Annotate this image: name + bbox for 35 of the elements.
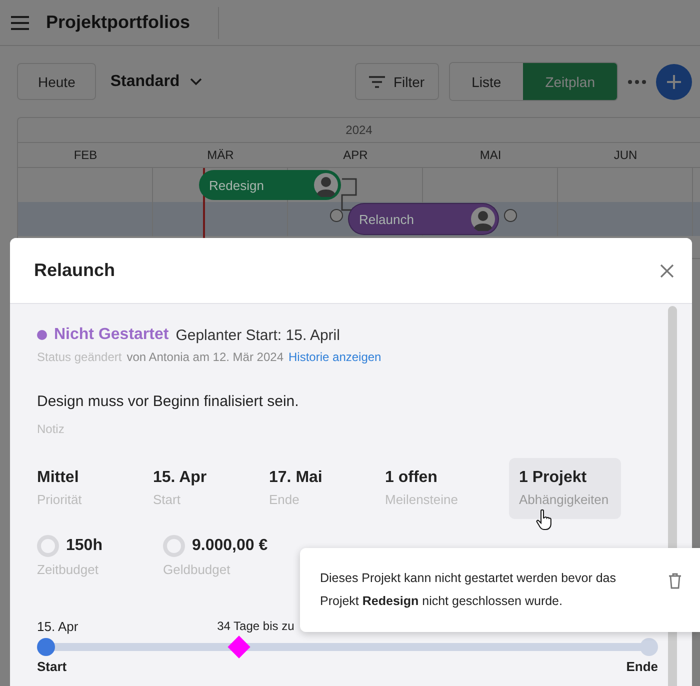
month-label: FEB (72, 147, 98, 164)
project-bar[interactable]: Relaunch (349, 204, 498, 234)
today-button[interactable]: Heute (17, 63, 96, 100)
month-label: MÄR (206, 147, 235, 164)
filter-button[interactable]: Filter (355, 63, 439, 100)
view-select[interactable]: Standard (104, 72, 208, 92)
note-text: Design muss vor Beginn finalisiert sein. (37, 393, 300, 410)
view-tab[interactable]: Zeitplan (523, 63, 617, 100)
month-label: JUN (612, 147, 638, 164)
status-changed-by: von Antonia am 12. Mär 2024 (126, 350, 284, 364)
start-label: Start (37, 659, 67, 674)
end-label: Ende (626, 659, 658, 674)
month-label: MAI (478, 147, 502, 164)
duration-caption: 34 Tage bis zu (217, 619, 294, 633)
fact-item: 1 offen Meilensteine (384, 468, 459, 509)
budget-label: Zeitbudget (37, 562, 100, 577)
fact-item: 15. Apr Start (152, 468, 208, 509)
page-title: Projektportfolios (46, 12, 190, 33)
budget-value: 150h (66, 537, 102, 555)
budget-value: 9.000,00 € (192, 537, 268, 555)
planned-start: Geplanter Start: 15. April (176, 326, 340, 344)
note-label: Notiz (37, 422, 66, 436)
year-label: 2024 (18, 118, 700, 143)
fact-card[interactable]: 1 Projekt Abhängigkeiten (509, 458, 621, 519)
tooltip-text: Dieses Projekt kann nicht gestartet werden bevor das Projekt Redesign nicht geschlossen wurde. (320, 570, 617, 610)
budget-label: Geldbudget (163, 562, 232, 577)
month-label: APR (342, 147, 369, 164)
fact-item: 17. Mai Ende (268, 468, 324, 509)
status-label: Nicht Gestartet (54, 326, 169, 344)
dialog-title: Relaunch (34, 260, 116, 281)
project-bar[interactable]: Redesign (199, 170, 341, 200)
status-changed-label: Status geändert (37, 350, 122, 364)
start-date: 15. Apr (37, 619, 78, 634)
history-link[interactable]: Historie anzeigen (288, 350, 382, 364)
fact-item: Mittel Priorität (36, 468, 83, 509)
